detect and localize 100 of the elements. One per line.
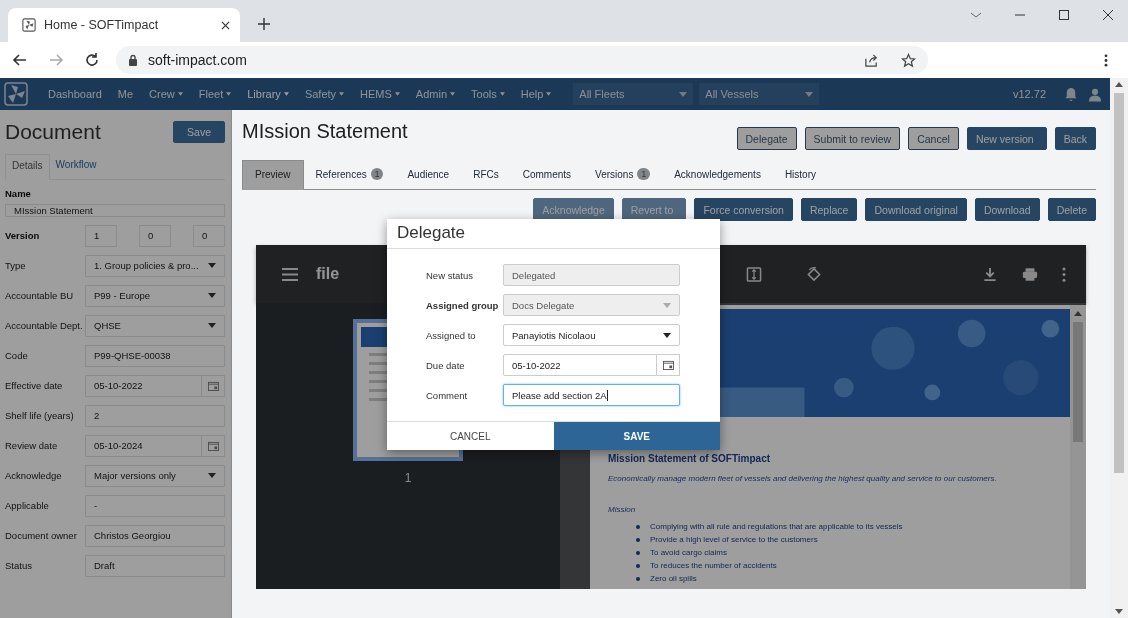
calendar-button[interactable]	[657, 354, 680, 376]
tab[interactable]: RFCs	[461, 160, 511, 189]
header-button[interactable]: Back	[1054, 127, 1096, 150]
calendar-button[interactable]	[202, 434, 225, 457]
nav-menu-item[interactable]: Me	[117, 88, 134, 100]
text-field[interactable]: Christos Georgiou	[85, 524, 225, 547]
action-button[interactable]: Delete	[1047, 198, 1096, 221]
user-icon[interactable]	[1088, 86, 1102, 102]
save-button[interactable]: SAVE	[553, 422, 720, 450]
text-field[interactable]: 2	[85, 404, 225, 427]
field-label: Assigned to	[426, 329, 477, 341]
field-label: Document owner	[5, 530, 78, 541]
header-button[interactable]: Delegate	[736, 127, 797, 150]
tab[interactable]: Details	[5, 154, 50, 180]
action-button[interactable]: Download	[974, 198, 1040, 221]
browser-tab[interactable]: Home - SOFTimpact	[8, 8, 240, 42]
field-label: Assigned group	[426, 299, 500, 311]
nav-menu-item[interactable]: Help	[520, 88, 552, 100]
tab[interactable]: Comments	[510, 160, 584, 189]
field-label: Name	[5, 188, 32, 199]
field-label: Acknowledge	[5, 470, 63, 481]
nav-menu-item[interactable]: Safety	[304, 88, 345, 100]
maximize-icon[interactable]	[1058, 9, 1070, 21]
select-field[interactable]: P99 - Europe	[85, 284, 225, 307]
header-button[interactable]: New version	[966, 127, 1047, 150]
bullet-icon	[636, 537, 640, 542]
select-field[interactable]: Panayiotis Nicolaou	[503, 324, 680, 346]
scroll-up-icon[interactable]	[1074, 311, 1082, 316]
scrollbar[interactable]	[1070, 305, 1086, 589]
select-field[interactable]: QHSE	[85, 314, 225, 337]
tab[interactable]: Workflow	[49, 154, 103, 179]
text-field[interactable]: Please add section 2A	[503, 384, 680, 406]
scroll-down-icon[interactable]	[1115, 609, 1123, 614]
back-icon[interactable]	[12, 52, 28, 68]
version-field[interactable]: 0	[139, 224, 171, 247]
version-field[interactable]: 0	[193, 224, 225, 247]
tab[interactable]: Versions 1	[583, 160, 663, 189]
menu-icon[interactable]	[1104, 52, 1108, 68]
header-button[interactable]: Submit to review	[804, 127, 901, 150]
text-field[interactable]: Draft	[85, 554, 225, 577]
nav-menu-item[interactable]: Tools	[471, 88, 505, 100]
text-field[interactable]: P99-QHSE-00038	[85, 344, 225, 367]
select-field[interactable]: 1. Group policies & pro...	[85, 254, 225, 277]
action-button[interactable]: Replace	[800, 198, 858, 221]
close-icon[interactable]	[221, 20, 230, 30]
tab[interactable]: Preview	[242, 160, 304, 190]
reload-icon[interactable]	[84, 52, 100, 68]
nav-menu-item[interactable]: Crew	[149, 88, 183, 100]
field-label: Due date	[426, 359, 466, 371]
nav-menu-item[interactable]: Admin	[415, 88, 456, 100]
header-button[interactable]: Cancel	[908, 127, 959, 150]
field-label: Type	[5, 260, 27, 271]
file-name: file	[316, 265, 340, 283]
field-label: Comment	[426, 389, 469, 401]
rotate-icon[interactable]	[806, 266, 822, 282]
caret-icon	[208, 473, 216, 478]
text-field[interactable]: -	[85, 494, 225, 517]
date-field[interactable]: 05-10-2022	[503, 354, 657, 376]
new-tab-icon[interactable]	[258, 18, 270, 30]
fan-icon	[22, 18, 36, 32]
tab[interactable]: Audience	[395, 160, 462, 189]
tab[interactable]: Acknowledgements	[662, 160, 773, 189]
bullet-icon	[636, 576, 640, 581]
tab[interactable]: References 1	[303, 160, 396, 189]
nav-menu-item[interactable]: Library	[247, 88, 289, 100]
scrollbar-thumb[interactable]	[1073, 322, 1083, 442]
scrollbar-thumb[interactable]	[1114, 93, 1124, 473]
select-field[interactable]: Major versions only	[85, 464, 225, 487]
bullet-text: Zero oil spills	[650, 574, 697, 583]
field-label: Applicable	[5, 500, 50, 511]
caret-icon	[546, 92, 552, 96]
action-button[interactable]: Download original	[865, 198, 967, 221]
share-icon[interactable]	[864, 52, 879, 68]
nav-menu-item[interactable]: Dashboard	[48, 88, 102, 100]
address-field[interactable]: soft-impact.com	[116, 46, 928, 74]
text-field[interactable]: MIssion Statement	[5, 204, 225, 217]
cancel-button[interactable]: CANCEL	[387, 422, 554, 450]
scrollbar[interactable]	[1110, 78, 1128, 618]
more-icon[interactable]	[1062, 266, 1066, 282]
action-button[interactable]: Force conversion	[694, 198, 793, 221]
nav-menu-item[interactable]: HEMS	[360, 88, 400, 100]
nav-menu-item[interactable]: Fleet	[198, 88, 232, 100]
print-icon[interactable]	[1022, 266, 1038, 282]
star-icon[interactable]	[901, 52, 916, 68]
date-field[interactable]: 05-10-2022	[85, 374, 202, 397]
fan-logo-icon[interactable]	[4, 82, 28, 106]
download-icon[interactable]	[982, 266, 998, 282]
close-icon[interactable]	[1102, 9, 1114, 21]
lock-icon	[128, 54, 138, 66]
version-field[interactable]: 1	[85, 224, 117, 247]
tab[interactable]: History	[772, 160, 828, 189]
bell-icon[interactable]	[1064, 86, 1078, 102]
dialog-title: Delegate	[387, 219, 720, 249]
save-button[interactable]: Save	[173, 121, 225, 143]
field-label: Review date	[5, 440, 59, 451]
caret-icon	[283, 92, 289, 96]
date-field[interactable]: 05-10-2024	[85, 434, 202, 457]
scroll-up-icon[interactable]	[1115, 82, 1123, 87]
calendar-button[interactable]	[202, 374, 225, 397]
fit-page-icon[interactable]	[746, 266, 762, 282]
